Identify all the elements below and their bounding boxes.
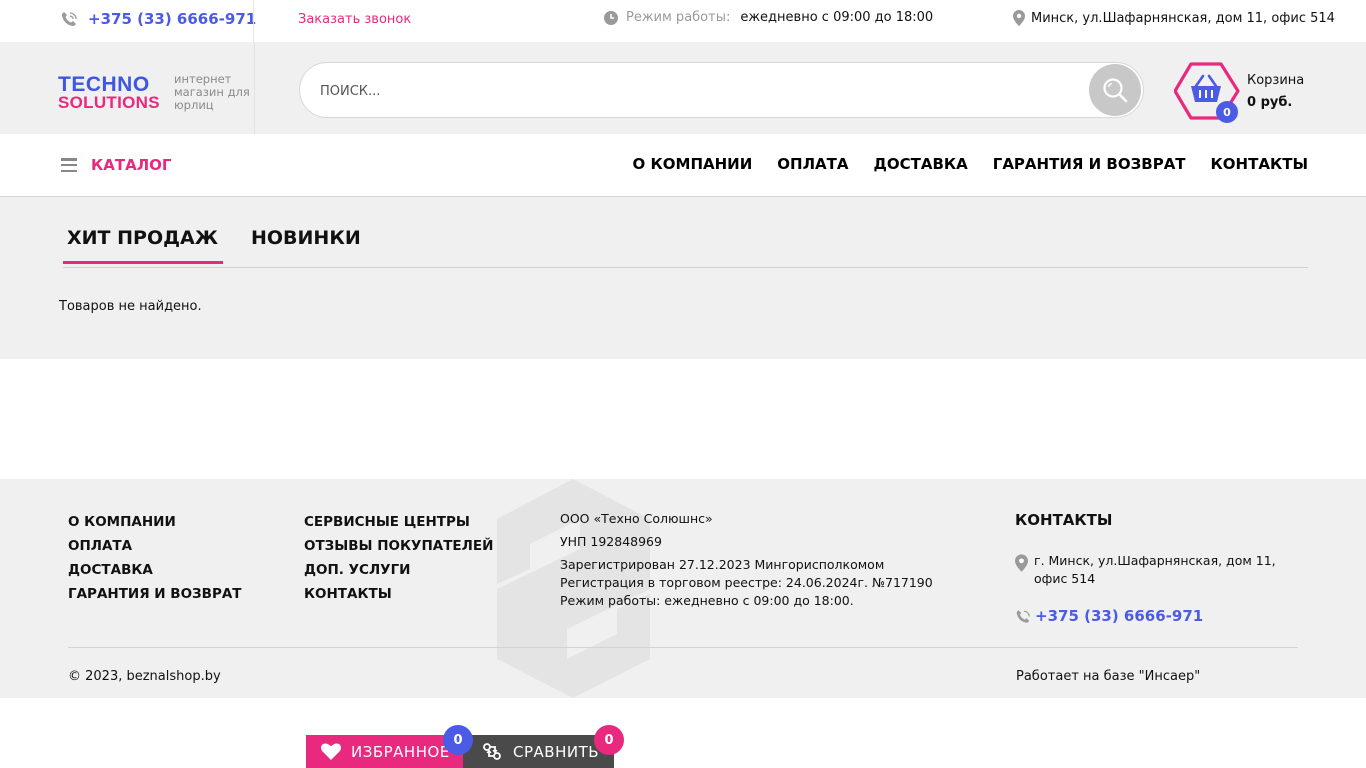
footer-link-reviews[interactable]: ОТЗЫВЫ ПОКУПАТЕЛЕЙ	[304, 534, 493, 558]
location-pin-icon	[1015, 554, 1028, 572]
footer-link-payment[interactable]: ОПЛАТА	[68, 534, 242, 558]
product-tabs: ХИТ ПРОДАЖ НОВИНКИ	[63, 227, 390, 264]
cart-count-badge: 0	[1216, 101, 1238, 123]
company-name: ООО «Техно Солюшнс»	[560, 511, 713, 526]
divider	[253, 0, 254, 42]
divider	[254, 42, 255, 134]
footer-link-service-centers[interactable]: СЕРВИСНЫЕ ЦЕНТРЫ	[304, 510, 493, 534]
header: TECHNO SOLUTIONS интернет магазин для юр…	[0, 42, 1366, 134]
compare-button[interactable]: СРАВНИТЬ	[463, 735, 614, 768]
company-trade-registry: Регистрация в торговом реестре: 24.06.20…	[560, 575, 933, 590]
search-icon	[1103, 78, 1128, 103]
compare-icon	[483, 743, 501, 760]
favorites-button[interactable]: ИЗБРАННОЕ	[306, 735, 463, 768]
footer-menu-1: О КОМПАНИИ ОПЛАТА ДОСТАВКА ГАРАНТИЯ И ВО…	[68, 510, 242, 606]
working-hours-label: Режим работы:	[626, 10, 731, 25]
nav-link-contacts[interactable]: КОНТАКТЫ	[1211, 155, 1308, 173]
phone-icon	[1016, 609, 1030, 623]
footer-address: г. Минск, ул.Шафарнянская, дом 11, офис …	[1015, 552, 1300, 588]
nav-link-delivery[interactable]: ДОСТАВКА	[874, 155, 968, 173]
working-hours: Режим работы: ежедневно с 09:00 до 18:00	[604, 10, 933, 25]
nav-links: О КОМПАНИИ ОПЛАТА ДОСТАВКА ГАРАНТИЯ И ВО…	[633, 155, 1308, 173]
search-input[interactable]	[320, 80, 1080, 102]
footer-link-delivery[interactable]: ДОСТАВКА	[68, 558, 242, 582]
tab-bestsellers[interactable]: ХИТ ПРОДАЖ	[63, 227, 223, 264]
header-phone-link[interactable]: +375 (33) 6666-971	[60, 10, 256, 28]
location-pin-icon	[1013, 10, 1025, 26]
footer-contacts-title: КОНТАКТЫ	[1015, 511, 1113, 529]
footer-link-warranty[interactable]: ГАРАНТИЯ И ВОЗВРАТ	[68, 582, 242, 606]
main-content: ХИТ ПРОДАЖ НОВИНКИ Товаров не найдено.	[0, 197, 1366, 359]
empty-products-message: Товаров не найдено.	[59, 299, 202, 314]
phone-icon	[62, 12, 77, 26]
logo-line-2: SOLUTIONS	[58, 93, 160, 112]
search-button[interactable]	[1089, 64, 1141, 116]
cart-sum: 0 руб.	[1247, 95, 1293, 110]
header-address-text: Минск, ул.Шафарнянская, дом 11, офис 514	[1031, 10, 1335, 26]
clock-icon	[604, 10, 618, 25]
main-nav: КАТАЛОГ О КОМПАНИИ ОПЛАТА ДОСТАВКА ГАРАН…	[0, 134, 1366, 197]
company-schedule: Режим работы: ежедневно с 09:00 до 18:00…	[560, 593, 854, 608]
logo-line-1: TECHNO	[58, 73, 150, 96]
nav-link-about[interactable]: О КОМПАНИИ	[633, 155, 753, 173]
footer-address-text: г. Минск, ул.Шафарнянская, дом 11, офис …	[1034, 553, 1276, 586]
cart-summary[interactable]: Корзина 0 руб.	[1247, 70, 1304, 114]
favorites-label: ИЗБРАННОЕ	[351, 742, 450, 761]
company-info: ООО «Техно Солюшнс» УНП 192848969 Зареги…	[560, 510, 933, 610]
favorites-count-badge: 0	[443, 725, 473, 755]
footer-phone-link[interactable]: +375 (33) 6666-971	[1015, 607, 1203, 625]
footer: О КОМПАНИИ ОПЛАТА ДОСТАВКА ГАРАНТИЯ И ВО…	[0, 479, 1366, 698]
search-box	[299, 62, 1144, 118]
catalog-label: КАТАЛОГ	[91, 156, 172, 174]
tab-new-arrivals[interactable]: НОВИНКИ	[247, 227, 366, 264]
company-registration: Зарегистрирован 27.12.2023 Мингорисполко…	[560, 557, 885, 572]
footer-contacts: КОНТАКТЫ г. Минск, ул.Шафарнянская, дом …	[1015, 511, 1276, 625]
top-bar: +375 (33) 6666-971 Заказать звонок Режим…	[0, 0, 1366, 42]
footer-divider	[68, 647, 1298, 648]
callback-link[interactable]: Заказать звонок	[298, 12, 411, 27]
logo-tagline: интернет магазин для юрлиц	[174, 72, 250, 112]
copyright: © 2023, beznalshop.by	[68, 669, 221, 684]
footer-menu-2: СЕРВИСНЫЕ ЦЕНТРЫ ОТЗЫВЫ ПОКУПАТЕЛЕЙ ДОП.…	[304, 510, 493, 606]
footer-phone-text: +375 (33) 6666-971	[1035, 607, 1204, 625]
nav-link-warranty[interactable]: ГАРАНТИЯ И ВОЗВРАТ	[993, 155, 1186, 173]
heart-icon	[321, 743, 341, 760]
footer-link-contacts[interactable]: КОНТАКТЫ	[304, 582, 493, 606]
footer-link-about[interactable]: О КОМПАНИИ	[68, 510, 242, 534]
site-logo[interactable]: TECHNO SOLUTIONS	[58, 73, 160, 112]
powered-by[interactable]: Работает на базе "Инсаер"	[1016, 669, 1200, 684]
footer-link-extra-services[interactable]: ДОП. УСЛУГИ	[304, 558, 493, 582]
tabs-underline	[63, 267, 1308, 268]
header-address: Минск, ул.Шафарнянская, дом 11, офис 514	[1013, 10, 1335, 26]
company-unp: УНП 192848969	[560, 534, 662, 549]
nav-link-payment[interactable]: ОПЛАТА	[777, 155, 848, 173]
working-hours-value: ежедневно с 09:00 до 18:00	[740, 10, 934, 25]
header-phone-text: +375 (33) 6666-971	[88, 10, 257, 28]
catalog-button[interactable]: КАТАЛОГ	[61, 156, 171, 174]
compare-count-badge: 0	[594, 725, 624, 755]
menu-icon	[61, 158, 77, 172]
compare-label: СРАВНИТЬ	[513, 742, 600, 761]
cart-label: Корзина	[1247, 73, 1305, 88]
